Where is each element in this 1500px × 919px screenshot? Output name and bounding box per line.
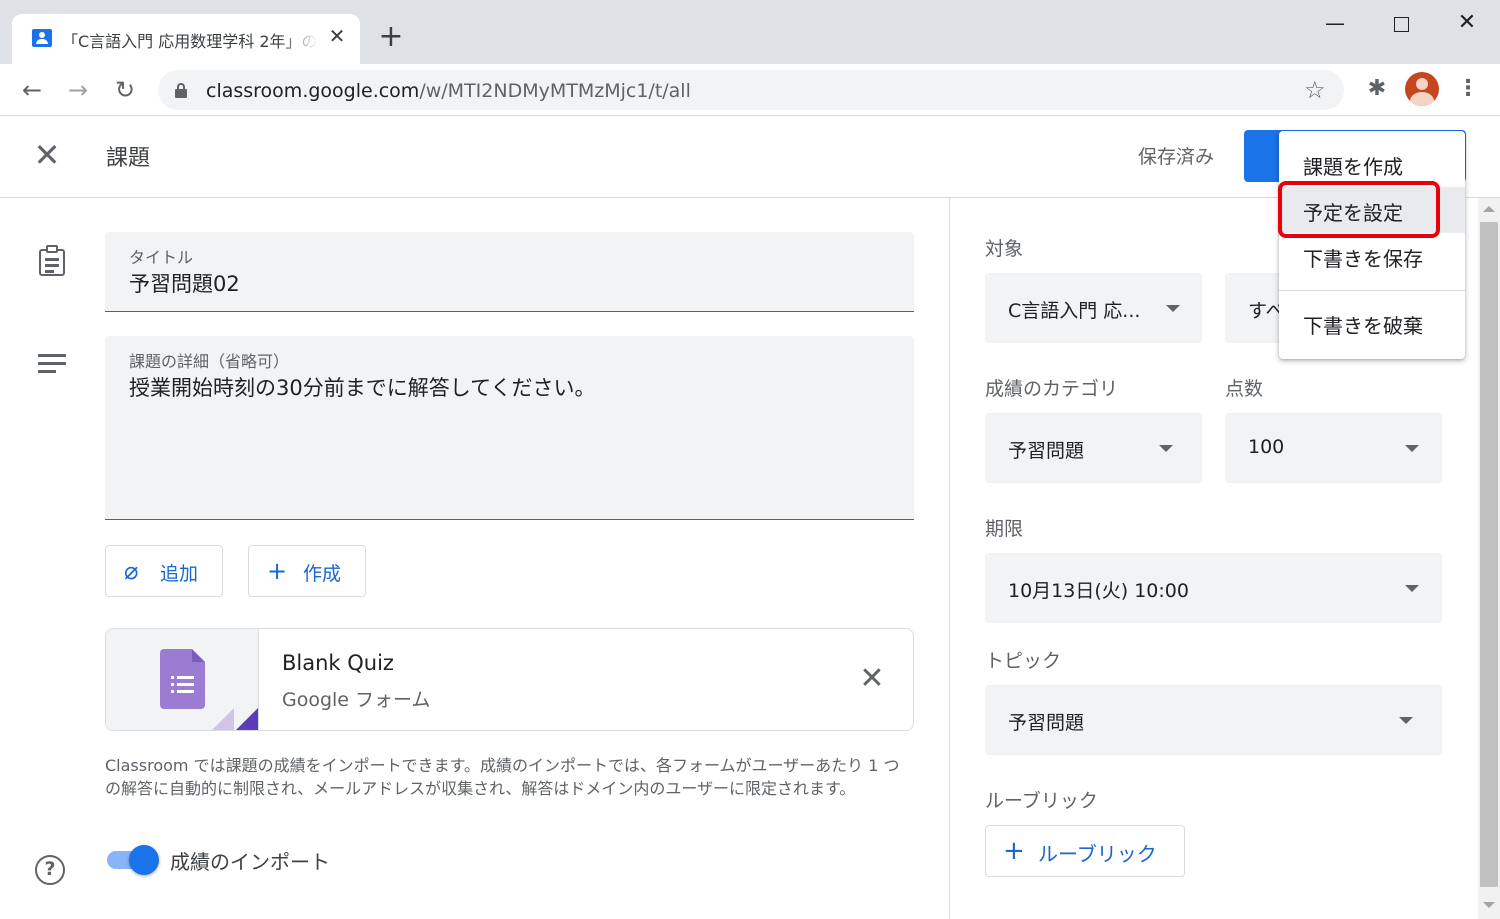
topic-value: 予習問題 <box>1008 712 1085 734</box>
extensions-puzzle-icon[interactable]: ✱ <box>1362 74 1392 104</box>
assignment-header: ✕ 課題 保存済み <box>0 116 1500 198</box>
title-label: タイトル <box>129 248 194 267</box>
window-close-button[interactable]: ✕ <box>1444 8 1490 40</box>
window-maximize-button[interactable] <box>1378 8 1424 40</box>
topic-select[interactable]: 予習問題 <box>985 685 1442 755</box>
google-forms-icon <box>160 649 205 709</box>
scroll-up-arrow-icon[interactable] <box>1483 206 1495 212</box>
thumbnail-fold-corner <box>234 708 258 730</box>
paperclip-icon: ⌀ <box>124 557 139 585</box>
panel-scrollbar[interactable] <box>1478 198 1500 919</box>
points-value: 100 <box>1248 436 1285 458</box>
assign-options-menu: 課題を作成 予定を設定 下書きを保存 下書きを破棄 <box>1279 131 1465 359</box>
due-label: 期限 <box>985 518 1024 540</box>
add-attachment-button[interactable]: ⌀ 追加 <box>105 545 223 597</box>
saved-status: 保存済み <box>1138 146 1215 168</box>
grade-category-value: 予習問題 <box>1008 440 1085 462</box>
description-label: 課題の詳細（省略可） <box>129 352 290 371</box>
class-select[interactable]: C言語入門 応... <box>985 273 1202 343</box>
browser-menu-icon[interactable]: ⋮ <box>1454 74 1482 104</box>
tab-title: 「C言語入門 応用数理学科 2年」の <box>62 32 318 51</box>
help-icon[interactable]: ? <box>35 855 65 885</box>
lock-icon[interactable] <box>175 83 187 98</box>
menu-item-label: 課題を作成 <box>1303 155 1403 179</box>
add-button-label: 追加 <box>160 563 199 585</box>
menu-item-save-draft[interactable]: 下書きを保存 <box>1279 233 1465 279</box>
chevron-down-icon <box>1399 717 1413 724</box>
address-bar[interactable]: classroom.google.com/w/MTI2NDMyMTMzMjc1/… <box>158 70 1344 110</box>
description-lines-icon <box>38 354 68 376</box>
assignment-clipboard-icon <box>38 244 66 276</box>
maximize-icon <box>1393 17 1409 32</box>
attachment-card[interactable]: Blank Quiz Google フォーム ✕ <box>105 628 914 731</box>
plus-icon: + <box>267 557 288 585</box>
tab-close-icon[interactable]: ✕ <box>326 24 348 48</box>
browser-titlebar: 「C言語入門 応用数理学科 2年」の ✕ + — ✕ <box>0 0 1500 64</box>
grade-import-label: 成績のインポート <box>170 850 330 874</box>
class-select-value: C言語入門 応... <box>1008 300 1141 322</box>
bookmark-star-icon[interactable]: ☆ <box>1304 76 1326 104</box>
assignment-form: タイトル 予習問題02 課題の詳細（省略可） 授業開始時刻の30分前までに解答し… <box>0 198 950 919</box>
title-input[interactable]: 予習問題02 <box>129 268 240 298</box>
menu-item-label: 下書きを破棄 <box>1303 314 1423 338</box>
attachment-type: Google フォーム <box>282 689 431 711</box>
menu-divider <box>1279 290 1465 291</box>
menu-item-discard-draft[interactable]: 下書きを破棄 <box>1279 300 1465 346</box>
scroll-thumb[interactable] <box>1480 222 1498 887</box>
attachment-thumbnail <box>106 629 259 730</box>
page-title: 課題 <box>106 146 151 171</box>
scroll-down-arrow-icon[interactable] <box>1483 902 1495 908</box>
classroom-favicon-icon <box>32 29 52 47</box>
due-date-value: 10月13日(火) 10:00 <box>1008 580 1189 602</box>
window-minimize-button[interactable]: — <box>1312 8 1358 40</box>
grade-category-select[interactable]: 予習問題 <box>985 413 1202 483</box>
title-field[interactable]: タイトル 予習問題02 <box>105 232 914 312</box>
menu-item-label: 下書きを保存 <box>1303 247 1423 271</box>
menu-item-schedule[interactable]: 予定を設定 <box>1279 187 1465 233</box>
url-host: classroom.google.com <box>206 80 420 102</box>
plus-icon: + <box>1003 836 1025 866</box>
url-text[interactable]: classroom.google.com/w/MTI2NDMyMTMzMjc1/… <box>206 80 691 102</box>
chevron-down-icon <box>1166 305 1180 312</box>
chevron-down-icon <box>1405 445 1419 452</box>
close-icon[interactable]: ✕ <box>30 138 64 172</box>
description-input[interactable]: 授業開始時刻の30分前までに解答してください。 <box>129 372 595 402</box>
thumbnail-fold-shadow <box>210 708 234 730</box>
create-attachment-button[interactable]: + 作成 <box>248 545 366 597</box>
profile-avatar[interactable] <box>1405 72 1439 106</box>
description-field[interactable]: 課題の詳細（省略可） 授業開始時刻の30分前までに解答してください。 <box>105 336 914 520</box>
grade-import-note: Classroom では課題の成績をインポートできます。成績のインポートでは、各… <box>105 756 900 798</box>
menu-item-create-assignment[interactable]: 課題を作成 <box>1279 141 1465 187</box>
rubric-button-label: ルーブリック <box>1038 842 1157 866</box>
points-select[interactable]: 100 <box>1225 413 1442 483</box>
grade-category-label: 成績のカテゴリ <box>985 378 1119 400</box>
chevron-down-icon <box>1159 445 1173 452</box>
chevron-down-icon <box>1405 585 1419 592</box>
back-arrow-icon[interactable]: ← <box>16 74 48 106</box>
url-path: /w/MTI2NDMyMTMzMjc1/t/all <box>419 80 691 102</box>
forward-arrow-icon[interactable]: → <box>62 74 94 106</box>
create-button-label: 作成 <box>303 563 342 585</box>
target-label: 対象 <box>985 238 1024 260</box>
topic-label: トピック <box>985 650 1062 672</box>
rubric-label: ルーブリック <box>985 790 1098 812</box>
attachment-title[interactable]: Blank Quiz <box>282 651 394 675</box>
add-rubric-button[interactable]: + ルーブリック <box>985 825 1185 877</box>
new-tab-button[interactable]: + <box>376 22 406 52</box>
menu-item-label: 予定を設定 <box>1303 201 1403 225</box>
browser-tab[interactable]: 「C言語入門 応用数理学科 2年」の ✕ <box>12 14 360 64</box>
browser-toolbar: ← → ↻ classroom.google.com/w/MTI2NDMyMTM… <box>0 64 1500 116</box>
due-date-select[interactable]: 10月13日(火) 10:00 <box>985 553 1442 623</box>
remove-attachment-icon[interactable]: ✕ <box>855 659 889 699</box>
grade-import-toggle[interactable] <box>105 844 159 875</box>
points-label: 点数 <box>1225 378 1264 400</box>
reload-icon[interactable]: ↻ <box>109 74 141 106</box>
